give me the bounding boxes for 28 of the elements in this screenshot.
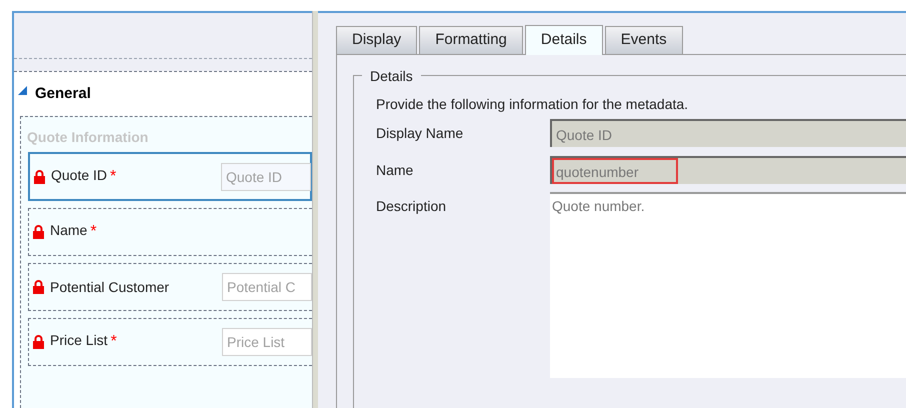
form-field-row[interactable]: Potential Customer Potential C [28, 263, 312, 311]
tab[interactable]: Details [524, 25, 603, 55]
field-label: Potential Customer [50, 278, 170, 296]
input-field[interactable]: Potential C [222, 273, 312, 301]
field-value: quotenumber [552, 158, 678, 184]
property-label: Description [376, 197, 448, 216]
field-label: Name * [50, 221, 98, 242]
field-label: Quote ID * [51, 166, 118, 186]
property-label: Name [376, 161, 414, 180]
required-asterisk: * [90, 223, 97, 240]
form-field-row[interactable]: Quote ID * Quote ID [28, 152, 312, 201]
field-label: Price List * [50, 331, 118, 352]
input-field[interactable]: Quote ID [221, 162, 311, 190]
collapse-triangle-icon[interactable] [18, 86, 27, 94]
required-asterisk: * [110, 333, 117, 350]
tab[interactable]: Formatting [419, 26, 523, 54]
description-field[interactable]: Quote number. [550, 192, 906, 378]
intro-text: Provide the following information for the metadata. [376, 95, 690, 114]
property-label: Display Name [376, 124, 464, 143]
form-field-row[interactable]: Price List * Price List [28, 318, 312, 366]
field-value: Quote ID [555, 126, 614, 145]
group-title: Quote Information [26, 128, 150, 147]
form-field-row[interactable]: Name * [28, 208, 312, 256]
tab[interactable]: Display [336, 26, 418, 54]
tab[interactable]: Events [604, 26, 683, 54]
required-asterisk: * [110, 168, 116, 184]
input-field[interactable]: Price List [222, 328, 312, 356]
section-title: General [35, 84, 91, 104]
